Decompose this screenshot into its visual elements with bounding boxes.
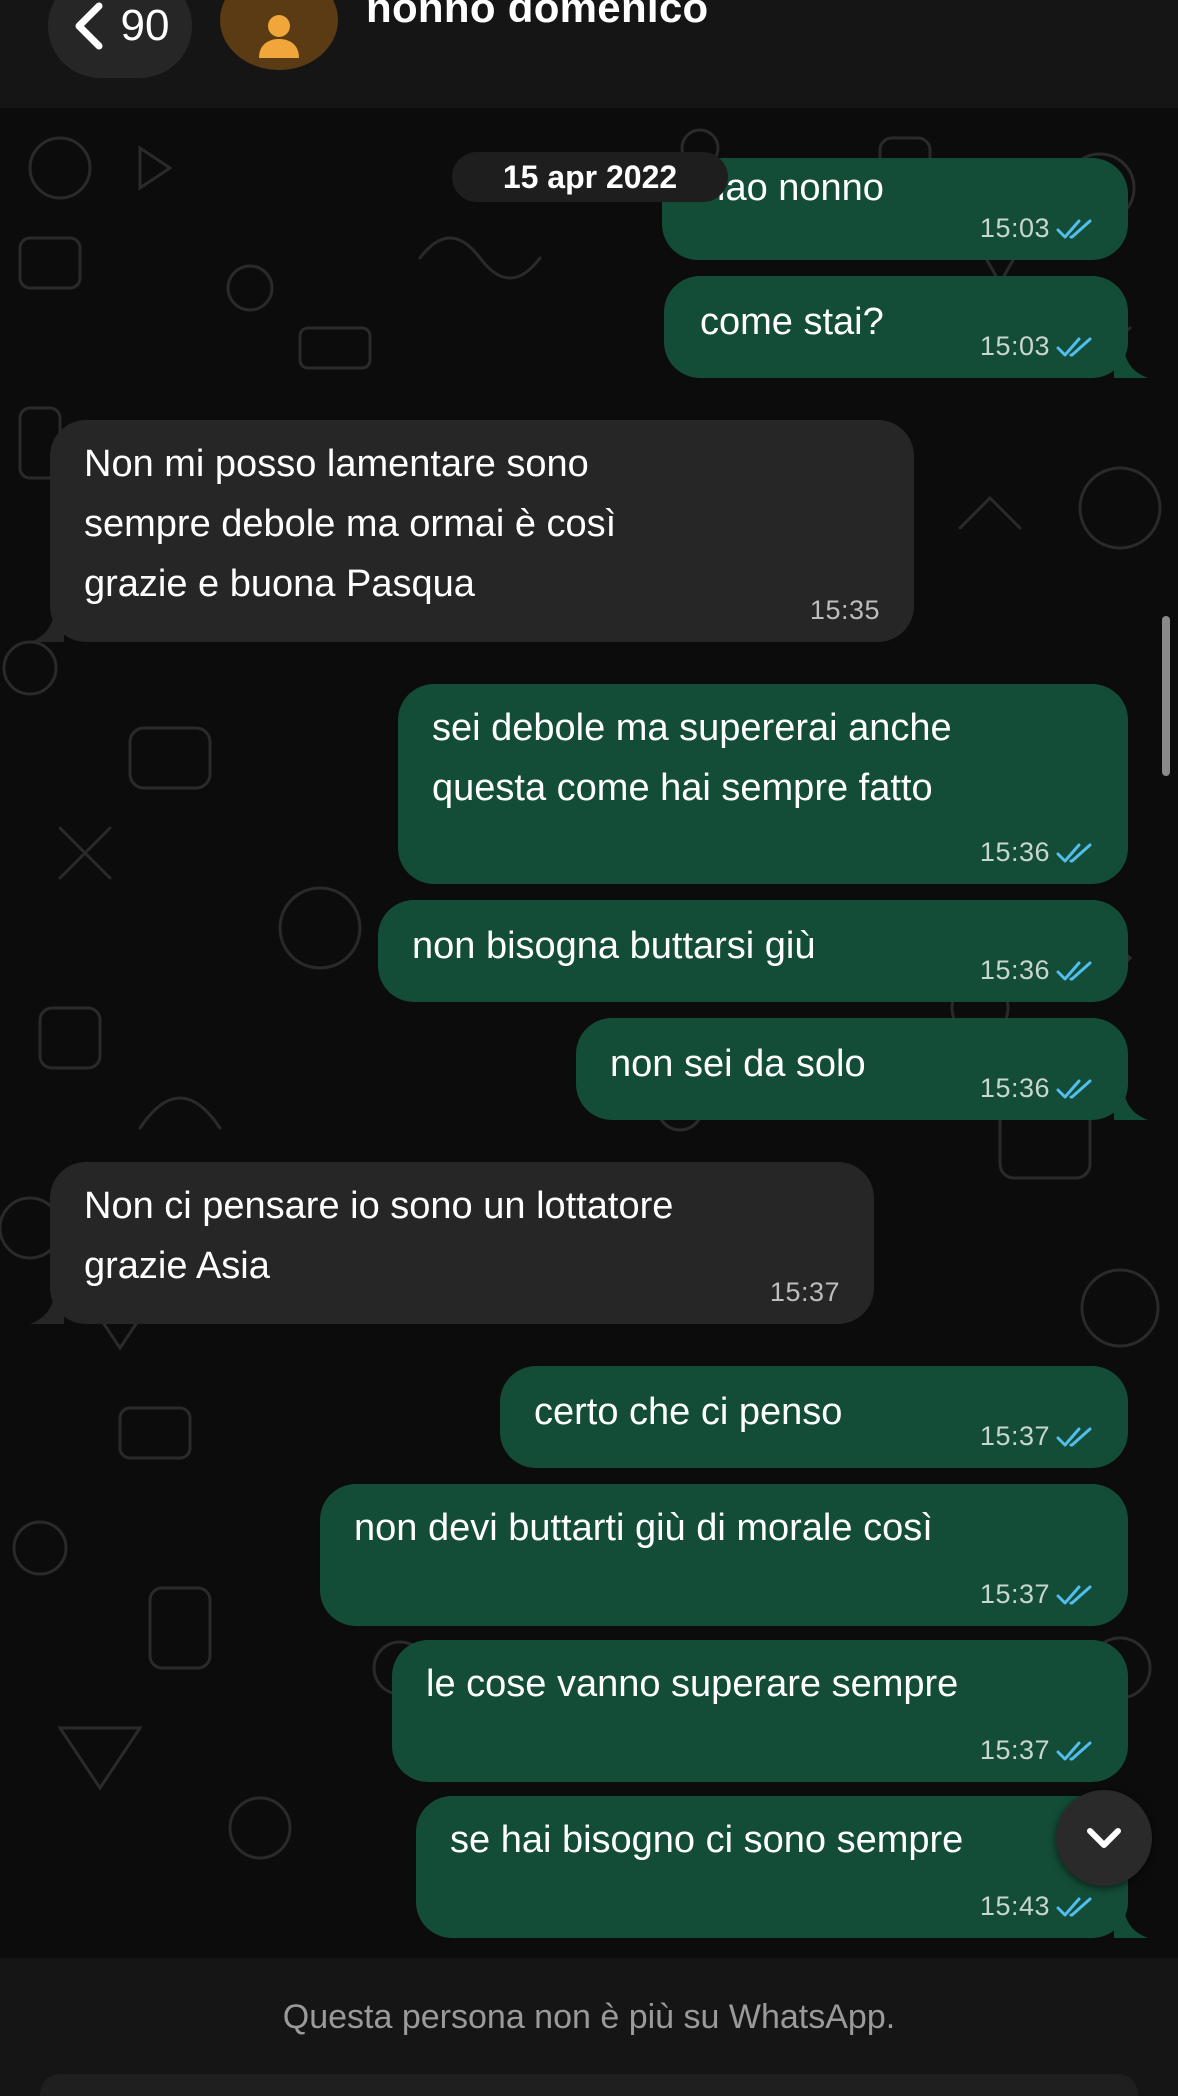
bubble-tail <box>30 612 64 642</box>
message-meta: 15:03 <box>980 213 1096 244</box>
message-meta: 15:35 <box>810 595 880 626</box>
scroll-to-bottom-button[interactable] <box>1056 1790 1152 1886</box>
message-meta: 15:37 <box>980 1579 1096 1610</box>
message-text: se hai bisogno ci sono sempre <box>450 1819 964 1861</box>
message-meta: 15:37 <box>770 1277 840 1308</box>
message-bubble-outgoing[interactable]: non sei da solo 15:36 <box>576 1018 1148 1120</box>
message-text: come stai? <box>700 301 884 343</box>
message-text: Non mi posso lamentare sono sempre debol… <box>84 443 617 605</box>
bubble-tail <box>1114 1090 1148 1120</box>
message-text: non bisogna buttarsi giù <box>412 925 816 967</box>
message-time: 15:37 <box>979 1579 1050 1609</box>
message-list[interactable]: 15 apr 2022 ciao nonno 15:03 come stai? … <box>0 108 1178 1958</box>
message-bubble-outgoing[interactable]: non devi buttarti giù di morale così 15:… <box>320 1484 1128 1626</box>
message-text: sei debole ma supererai anche questa com… <box>432 707 952 809</box>
footer-bar <box>40 2074 1138 2096</box>
message-time: 15:36 <box>979 955 1050 985</box>
double-check-icon <box>1056 1585 1092 1604</box>
message-bubble-outgoing[interactable]: le cose vanno superare sempre 15:37 <box>392 1640 1128 1782</box>
double-check-icon <box>1056 219 1092 238</box>
message-text: non sei da solo <box>610 1043 866 1085</box>
message-bubble-outgoing[interactable]: come stai? 15:03 <box>664 276 1148 378</box>
unread-count: 90 <box>120 1 170 50</box>
message-time: 15:36 <box>979 837 1050 867</box>
scrollbar[interactable] <box>1162 616 1170 776</box>
double-check-icon <box>1056 843 1092 862</box>
bubble-tail <box>30 1294 64 1324</box>
message-meta: 15:36 <box>980 837 1096 868</box>
back-button[interactable]: 90 <box>48 0 192 78</box>
double-check-icon <box>1056 1897 1092 1916</box>
contact-name[interactable]: nonno domenico <box>366 0 709 32</box>
message-time: 15:03 <box>979 213 1050 243</box>
double-check-icon <box>1056 1079 1092 1098</box>
message-bubble-incoming[interactable]: Non mi posso lamentare sono sempre debol… <box>30 420 914 642</box>
message-time: 15:37 <box>769 1277 840 1307</box>
message-time: 15:37 <box>979 1421 1050 1451</box>
message-meta: 15:43 <box>980 1891 1096 1922</box>
message-bubble-outgoing[interactable]: certo che ci penso 15:37 <box>500 1366 1128 1468</box>
double-check-icon <box>1056 961 1092 980</box>
message-time: 15:36 <box>979 1073 1050 1103</box>
message-text: le cose vanno superare sempre <box>426 1663 959 1705</box>
message-meta: 15:36 <box>980 955 1096 986</box>
chat-footer: Questa persona non è più su WhatsApp. <box>0 1958 1178 2096</box>
double-check-icon <box>1056 337 1092 356</box>
chevron-down-icon <box>1087 1828 1121 1848</box>
message-meta: 15:37 <box>980 1735 1096 1766</box>
double-check-icon <box>1056 1427 1092 1446</box>
message-bubble-outgoing[interactable]: sei debole ma supererai anche questa com… <box>398 684 1128 884</box>
message-time: 15:37 <box>979 1735 1050 1765</box>
bubble-tail <box>1114 348 1148 378</box>
person-icon <box>259 15 299 58</box>
chat-screen: 90 nonno domenico 15 apr 2022 ciao nonno… <box>0 0 1178 2096</box>
message-meta: 15:37 <box>980 1421 1096 1452</box>
message-bubble-incoming[interactable]: Non ci pensare io sono un lottatore graz… <box>30 1162 874 1324</box>
message-bubble-outgoing[interactable]: non bisogna buttarsi giù 15:36 <box>378 900 1128 1002</box>
message-bubble-outgoing[interactable]: ciao nonno 15:03 <box>662 158 1128 260</box>
message-meta: 15:36 <box>980 1073 1096 1104</box>
message-text: certo che ci penso <box>534 1391 843 1433</box>
account-deleted-notice: Questa persona non è più su WhatsApp. <box>282 1998 896 2036</box>
chevron-left-icon <box>75 2 103 50</box>
message-text: non devi buttarti giù di morale così <box>354 1507 933 1549</box>
message-meta: 15:03 <box>980 331 1096 362</box>
date-separator: 15 apr 2022 <box>452 152 728 202</box>
bubble-tail <box>1114 1908 1148 1938</box>
message-bubble-outgoing[interactable]: se hai bisogno ci sono sempre 15:43 <box>416 1796 1148 1938</box>
message-text: Non ci pensare io sono un lottatore graz… <box>84 1185 674 1287</box>
chat-header: 90 nonno domenico <box>0 0 1178 108</box>
avatar[interactable] <box>220 0 338 70</box>
message-time: 15:43 <box>979 1891 1050 1921</box>
double-check-icon <box>1056 1741 1092 1760</box>
message-time: 15:03 <box>979 331 1050 361</box>
message-time: 15:35 <box>809 595 880 625</box>
